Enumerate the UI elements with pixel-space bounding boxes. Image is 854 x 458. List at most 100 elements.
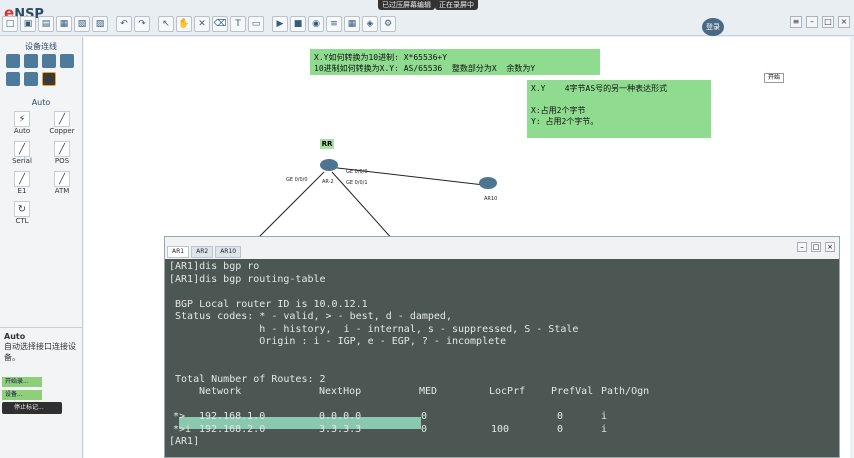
delete-all-icon[interactable]: ⌫: [212, 16, 228, 32]
grid-icon[interactable]: ▦: [344, 16, 360, 32]
pos-cable-icon: ╱: [54, 141, 70, 157]
tab-ar2[interactable]: AR2: [191, 246, 214, 258]
cloud-category-icon[interactable]: [24, 72, 38, 86]
recording-notice-1: 已过压屏幕编辑: [378, 0, 435, 10]
start-button[interactable]: 开始: [764, 73, 784, 83]
router-ar10-icon[interactable]: [479, 177, 497, 189]
note-as-format[interactable]: X.Y 4字节AS号的另一种表达形式 X:占用2个字节 Y: 占用2个字节。: [527, 80, 711, 138]
cable-pos[interactable]: ╱ POS: [42, 141, 82, 165]
new-icon[interactable]: □: [2, 16, 18, 32]
cli-prompt[interactable]: [AR1]: [169, 436, 835, 449]
text-icon[interactable]: T: [230, 16, 246, 32]
cli-window[interactable]: AR1 AR2 AR10 – □ × [AR1]dis bgp ro [AR1]…: [164, 236, 840, 458]
toolbar: □ ▣ ▤ ▦ ▧ ▨ ↶ ↷ ↖ ✋ ✕ ⌫ T ▭ ▶ ■ ◉ ≡ ▦ ◈ …: [0, 16, 396, 32]
ge001-label: GE 0/0/1: [346, 180, 368, 186]
switch-category-icon[interactable]: [24, 54, 38, 68]
device-row-1: [0, 52, 82, 70]
record-start-button[interactable]: 开始录...: [2, 377, 42, 387]
save-as-icon[interactable]: ▧: [74, 16, 90, 32]
cli-line: Origin : i - IGP, e - EGP, ? - incomplet…: [169, 336, 507, 347]
stop-mark-button[interactable]: 停止标记...: [2, 402, 62, 414]
col-locprf: LocPrf: [489, 386, 526, 397]
cli-close-icon[interactable]: ×: [825, 242, 835, 252]
cable-ctl[interactable]: ↻ CTL: [2, 201, 42, 225]
rect-icon[interactable]: ▭: [248, 16, 264, 32]
route-table-header: Network NextHop MED LocPrf PrefVal Path/…: [169, 386, 835, 399]
cable-atm[interactable]: ╱ ATM: [42, 171, 82, 195]
close-icon[interactable]: ×: [838, 16, 850, 28]
ge000-label: GE 0/0/0: [286, 177, 308, 183]
ar10-label: AR10: [484, 196, 498, 202]
settings-icon[interactable]: ⚙: [380, 16, 396, 32]
cable-copper[interactable]: ╱ Copper: [42, 111, 82, 135]
cli-line: [169, 286, 835, 299]
cable-e1[interactable]: ╱ E1: [2, 171, 42, 195]
auto-description: 自动选择接口连接设备。: [4, 342, 76, 362]
topo-icon[interactable]: ◈: [362, 16, 378, 32]
cli-line: [169, 361, 835, 374]
tab-ar1[interactable]: AR1: [167, 246, 190, 258]
ctl-cable-icon: ↻: [14, 201, 30, 217]
cli-line: Status codes: * - valid, > - best, d - d…: [169, 311, 452, 322]
print-icon[interactable]: ▨: [92, 16, 108, 32]
auto-cable-icon: ⚡: [14, 111, 30, 127]
cli-maximize-icon[interactable]: □: [811, 242, 821, 252]
cable-category-icon[interactable]: [42, 72, 56, 86]
ge000b-label: GE 0/0/0: [346, 169, 368, 175]
open-icon[interactable]: ▤: [38, 16, 54, 32]
router-ar2-icon[interactable]: [320, 159, 338, 171]
device-panel: 设备连线 Auto ⚡ Auto ╱ Copper ╱ Serial ╱ POS ╱ E1…: [0, 37, 83, 458]
table-row: *>i 192.168.2.0 3.3.3.3 0 100 0 i: [173, 423, 608, 435]
col-prefval: PrefVal: [551, 386, 594, 397]
cable-grid: ⚡ Auto ╱ Copper ╱ Serial ╱ POS ╱ E1 ╱ ATM ↻ CTL: [0, 107, 82, 229]
tab-ar10[interactable]: AR10: [215, 246, 242, 258]
cli-minimize-icon[interactable]: –: [797, 242, 807, 252]
atm-cable-icon: ╱: [54, 171, 70, 187]
title-bar: eNSP □ ▣ ▤ ▦ ▧ ▨ ↶ ↷ ↖ ✋ ✕ ⌫ T ▭ ▶ ■ ◉ ≡…: [0, 0, 854, 36]
undo-icon[interactable]: ↶: [116, 16, 132, 32]
cli-line: Total Number of Routes: 2: [169, 373, 326, 385]
cli-tabs: AR1 AR2 AR10: [165, 237, 839, 259]
device-row-2: [0, 70, 82, 88]
menu-icon[interactable]: ≡: [790, 16, 802, 28]
start-all-icon[interactable]: ▶: [272, 16, 288, 32]
cli-line: BGP Local router ID is 10.0.12.1: [169, 298, 368, 310]
table-row: *> 192.168.1.0 0.0.0.0 0 0 i: [173, 411, 608, 422]
cable-auto[interactable]: ⚡ Auto: [2, 111, 42, 135]
delete-icon[interactable]: ✕: [194, 16, 210, 32]
cli-line: [AR1]dis bgp ro: [169, 261, 260, 272]
e1-cable-icon: ╱: [14, 171, 30, 187]
hand-icon[interactable]: ✋: [176, 16, 192, 32]
auto-title: Auto: [4, 332, 26, 341]
col-path: Path/Ogn: [601, 386, 650, 397]
cable-serial[interactable]: ╱ Serial: [2, 141, 42, 165]
ar2-label: AR-2: [322, 179, 334, 185]
redo-icon[interactable]: ↷: [134, 16, 150, 32]
stop-all-icon[interactable]: ■: [290, 16, 306, 32]
pc-category-icon[interactable]: [6, 72, 20, 86]
cli-line: h - history, i - internal, s - suppresse…: [169, 323, 579, 335]
wlan-category-icon[interactable]: [42, 54, 56, 68]
maximize-icon[interactable]: □: [822, 16, 834, 28]
capture-icon[interactable]: ◉: [308, 16, 324, 32]
copper-cable-icon: ╱: [54, 111, 70, 127]
cable-section-label: Auto: [31, 98, 51, 107]
cli-icon[interactable]: ≡: [326, 16, 342, 32]
serial-cable-icon: ╱: [14, 141, 30, 157]
user-badge[interactable]: 登录: [702, 18, 724, 36]
note-conversion[interactable]: X.Y如何转换为10进制: X*65536+Y 10进制如何转换为X.Y: AS…: [310, 49, 600, 75]
cli-output[interactable]: [AR1]dis bgp ro [AR1]dis bgp routing-tab…: [165, 259, 839, 457]
router-category-icon[interactable]: [6, 54, 20, 68]
cli-line: [AR1]dis bgp routing-table: [169, 273, 326, 285]
rr-label: RR: [320, 139, 334, 149]
cli-line: [169, 349, 835, 362]
device-button[interactable]: 设备...: [2, 390, 42, 400]
firewall-category-icon[interactable]: [60, 54, 74, 68]
cli-window-controls: – □ ×: [797, 242, 835, 252]
save-icon[interactable]: ▦: [56, 16, 72, 32]
select-icon[interactable]: ↖: [158, 16, 174, 32]
minimize-icon[interactable]: –: [806, 16, 818, 28]
window-controls: ≡ – □ ×: [790, 16, 850, 28]
new-topo-icon[interactable]: ▣: [20, 16, 36, 32]
col-med: MED: [419, 386, 438, 397]
